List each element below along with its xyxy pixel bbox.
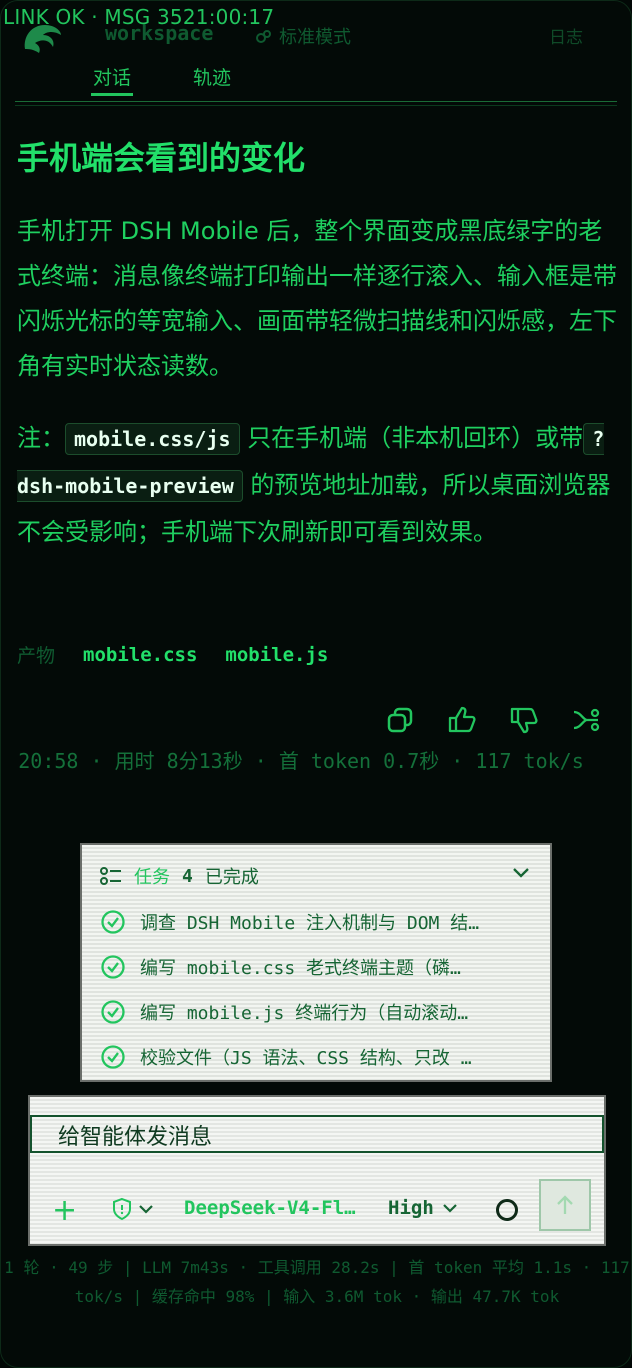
message-input[interactable]: 给智能体发消息 <box>30 1115 604 1153</box>
branch-icon[interactable] <box>571 705 601 735</box>
mode-label: 标准模式 <box>279 27 351 48</box>
app-window: LINK OK · MSG 3521:00:17 workspace 标准模式 … <box>0 0 632 1368</box>
task-item: 编写 mobile.css 老式终端主题（磷… <box>100 954 530 980</box>
task-header: 任务 4 已完成 <box>100 863 259 889</box>
shield-icon <box>113 1197 131 1221</box>
message-paragraph: 手机打开 DSH Mobile 后，整个界面变成黑底绿字的老式终端：消息像终端打… <box>17 217 617 380</box>
task-count: 4 <box>182 865 193 887</box>
log-link[interactable]: 日志 <box>549 23 583 48</box>
task-panel[interactable]: 任务 4 已完成 调查 DSH Mobile 注入机制与 DOM 结… 编写 m… <box>80 843 552 1082</box>
mode-icon <box>256 30 271 43</box>
chevron-down-icon <box>442 1204 457 1213</box>
artifact-file[interactable]: mobile.css <box>83 644 197 666</box>
message-meta: 20:58 · 用时 8分13秒 · 首 token 0.7秒 · 117 to… <box>18 749 584 773</box>
thumbs-down-icon[interactable] <box>509 705 539 735</box>
divider <box>15 101 617 102</box>
inline-code: mobile.css/js <box>65 423 240 455</box>
send-button[interactable] <box>539 1179 591 1231</box>
artifacts-label: 产物 <box>17 645 56 667</box>
status-circle-icon <box>496 1199 518 1221</box>
check-circle-icon <box>101 955 125 979</box>
composer: 给智能体发消息 + DeepSeek-V4-Fl… High <box>28 1095 606 1246</box>
task-text: 编写 mobile.css 老式终端主题（磷… <box>140 958 461 979</box>
task-item: 调查 DSH Mobile 注入机制与 DOM 结… <box>100 909 530 935</box>
check-circle-icon <box>101 1045 125 1069</box>
session-stats: 1 轮 · 49 步 | LLM 7m43s · 工具调用 28.2s | 首 … <box>4 1258 630 1306</box>
copy-icon[interactable] <box>385 705 415 735</box>
arrow-up-icon <box>557 1195 573 1214</box>
task-label: 任务 <box>134 867 170 888</box>
message-actions <box>385 705 601 735</box>
list-icon <box>100 867 121 885</box>
message-note: 注： mobile.css/js 只在手机端（非本机回环）或带 ?dsh-mobil… <box>17 423 611 546</box>
tab-trace[interactable]: 轨迹 <box>193 63 231 90</box>
task-item: 校验文件（JS 语法、CSS 结构、只改 … <box>100 1044 530 1070</box>
chevron-down-icon[interactable] <box>512 865 530 879</box>
task-item: 编写 mobile.js 终端行为（自动滚动… <box>100 999 530 1025</box>
check-circle-icon <box>101 1000 125 1024</box>
message-title: 手机端会看到的变化 <box>17 139 306 177</box>
task-text: 编写 mobile.js 终端行为（自动滚动… <box>140 1003 469 1024</box>
chevron-down-icon <box>139 1205 153 1214</box>
add-attachment-button[interactable]: + <box>52 1193 77 1228</box>
effort-selector[interactable]: High <box>388 1197 458 1219</box>
divider <box>15 105 617 106</box>
task-text: 校验文件（JS 语法、CSS 结构、只改 … <box>140 1048 472 1069</box>
artifacts-row: 产物 mobile.css mobile.js <box>17 641 328 668</box>
thumbs-up-icon[interactable] <box>447 705 477 735</box>
model-selector[interactable]: DeepSeek-V4-Fl… <box>184 1197 356 1219</box>
permission-selector[interactable] <box>110 1197 154 1221</box>
effort-label: High <box>388 1197 434 1219</box>
check-circle-icon <box>101 910 125 934</box>
status-readout: LINK OK · MSG 3521:00:17 <box>3 5 275 29</box>
task-status: 已完成 <box>204 867 259 888</box>
tab-chat[interactable]: 对话 <box>90 63 134 96</box>
task-text: 调查 DSH Mobile 注入机制与 DOM 结… <box>140 913 480 934</box>
artifact-file[interactable]: mobile.js <box>225 644 328 666</box>
